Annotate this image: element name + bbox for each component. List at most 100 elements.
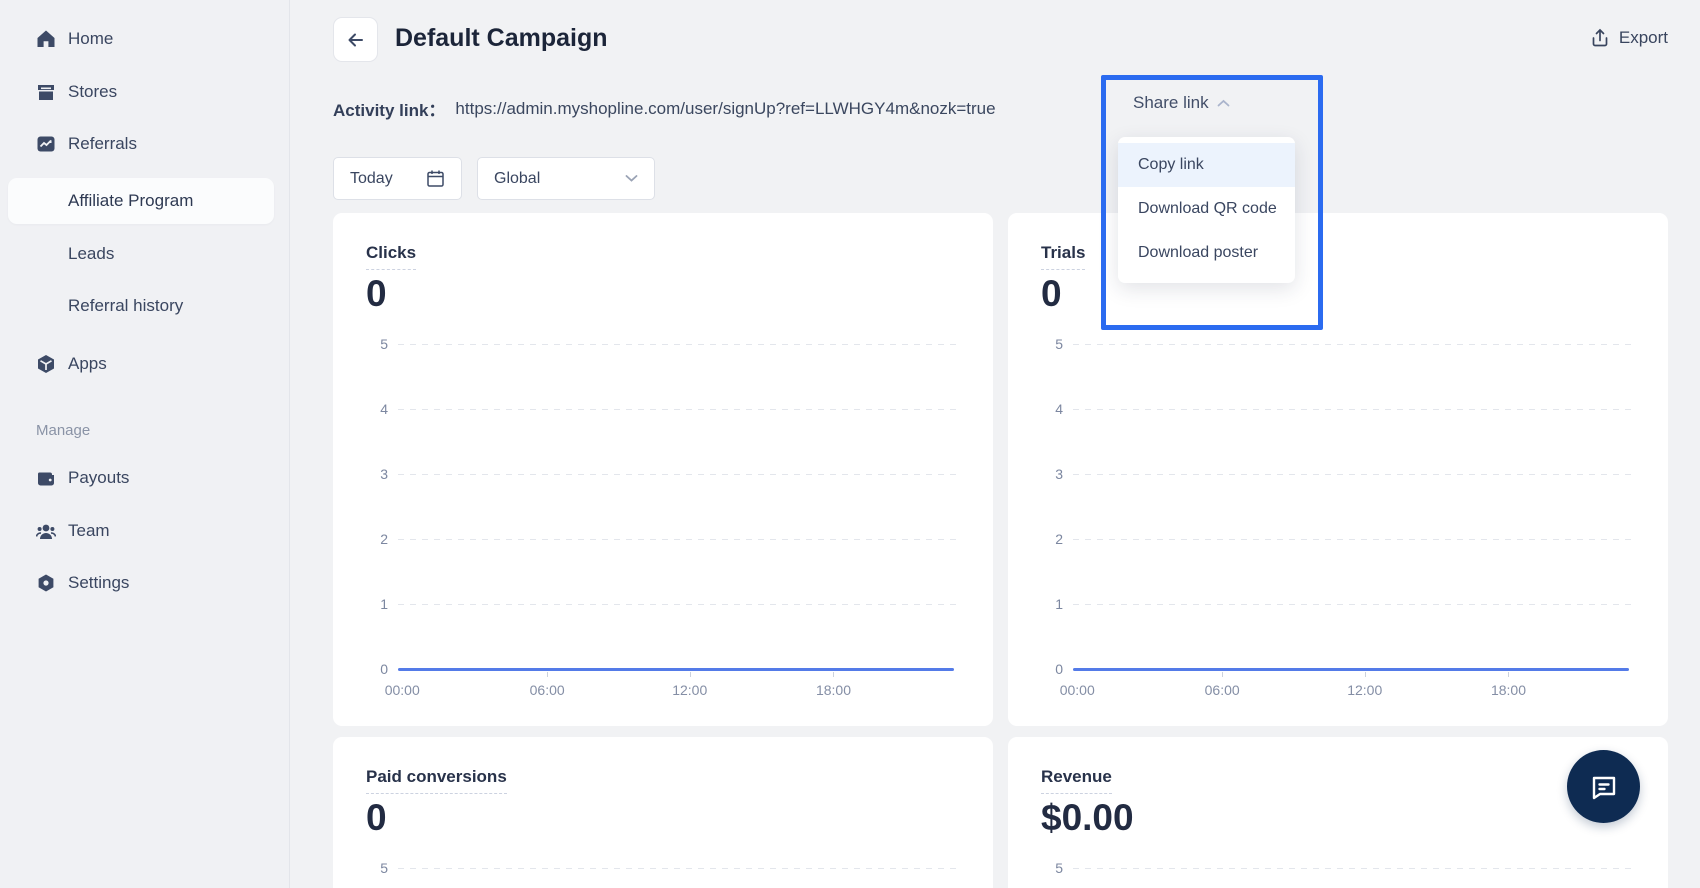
- gridline: [1073, 604, 1635, 605]
- sidebar-item-label: Payouts: [68, 468, 129, 488]
- x-tickmark: [1508, 672, 1509, 677]
- sidebar-item-label: Home: [68, 29, 113, 49]
- y-tick: 4: [1041, 401, 1063, 417]
- gridline: [1073, 539, 1635, 540]
- gridline: [1073, 409, 1635, 410]
- main-content: Default Campaign Export Activity link： h…: [290, 0, 1700, 888]
- gridline: [398, 344, 960, 345]
- x-tick: 00:00: [385, 682, 420, 698]
- y-tick: 5: [366, 336, 388, 352]
- sidebar-item-payouts[interactable]: Payouts: [0, 464, 290, 492]
- revenue-chart: 5 4: [1041, 868, 1635, 888]
- sidebar-item-home[interactable]: Home: [0, 25, 290, 53]
- paid-conversions-card: Paid conversions 0 5 4: [333, 737, 993, 888]
- export-icon: [1590, 28, 1610, 48]
- series-line: [398, 668, 954, 671]
- x-tickmark: [1365, 672, 1366, 677]
- x-tickmark: [547, 672, 548, 677]
- activity-link-row: Activity link： https://admin.myshopline.…: [333, 96, 996, 121]
- menu-item-copy-link[interactable]: Copy link: [1118, 143, 1295, 187]
- metric-title: Clicks: [366, 243, 416, 270]
- metric-value: 0: [366, 273, 387, 315]
- date-filter-value: Today: [350, 170, 393, 188]
- region-filter-select[interactable]: Global: [477, 157, 655, 200]
- clicks-card: Clicks 0 5 4 3 2 1 0 00:00 06:00 12:00 1…: [333, 213, 993, 726]
- y-tick: 3: [366, 466, 388, 482]
- paid-conversions-chart: 5 4: [366, 868, 960, 888]
- store-icon: [36, 82, 56, 102]
- gridline: [1073, 474, 1635, 475]
- settings-icon: [36, 573, 56, 593]
- menu-item-download-poster[interactable]: Download poster: [1118, 231, 1295, 275]
- series-line: [1073, 668, 1629, 671]
- metric-cards-grid: Clicks 0 5 4 3 2 1 0 00:00 06:00 12:00 1…: [333, 213, 1668, 888]
- export-button[interactable]: Export: [1590, 28, 1668, 48]
- y-tick: 5: [366, 860, 388, 876]
- sidebar-item-apps[interactable]: Apps: [0, 350, 290, 378]
- region-filter-value: Global: [494, 170, 540, 188]
- y-tick: 5: [1041, 336, 1063, 352]
- metric-title: Revenue: [1041, 767, 1112, 794]
- sidebar-item-label: Settings: [68, 573, 129, 593]
- activity-link-label: Activity link：: [333, 96, 445, 121]
- activity-link-url: https://admin.myshopline.com/user/signUp…: [455, 99, 995, 119]
- menu-item-download-qr-code[interactable]: Download QR code: [1118, 187, 1295, 231]
- share-link-button[interactable]: Share link: [1133, 93, 1230, 113]
- page-title: Default Campaign: [395, 24, 608, 53]
- x-tickmark: [833, 672, 834, 677]
- y-tick: 5: [1041, 860, 1063, 876]
- sidebar-section-manage: Manage: [36, 422, 90, 439]
- metric-value: $0.00: [1041, 797, 1134, 839]
- sidebar-item-settings[interactable]: Settings: [0, 569, 290, 597]
- export-label: Export: [1619, 28, 1668, 48]
- sidebar-item-referrals[interactable]: Referrals: [0, 130, 290, 158]
- sidebar-item-label: Leads: [68, 244, 114, 264]
- trials-card: Trials 0 5 4 3 2 1 0 00:00 06:00 12:00 1…: [1008, 213, 1668, 726]
- back-button[interactable]: [333, 17, 378, 62]
- x-tick: 12:00: [672, 682, 707, 698]
- sidebar-item-leads[interactable]: Leads: [0, 240, 290, 268]
- x-tick: 18:00: [816, 682, 851, 698]
- chevron-down-icon: [625, 174, 638, 183]
- sidebar-item-label: Team: [68, 521, 110, 541]
- calendar-icon: [426, 169, 445, 188]
- team-icon: [36, 521, 56, 541]
- clicks-chart: 5 4 3 2 1 0 00:00 06:00 12:00 18:00: [366, 344, 960, 714]
- chat-icon: [1587, 770, 1621, 804]
- y-tick: 0: [366, 661, 388, 677]
- sidebar-item-label: Apps: [68, 354, 107, 374]
- gridline: [398, 474, 960, 475]
- x-tick: 06:00: [1205, 682, 1240, 698]
- x-tick: 18:00: [1491, 682, 1526, 698]
- date-filter-button[interactable]: Today: [333, 157, 462, 200]
- metric-value: 0: [1041, 273, 1062, 315]
- chat-button[interactable]: [1567, 750, 1640, 823]
- gridline: [398, 409, 960, 410]
- gridline: [398, 604, 960, 605]
- chevron-up-icon: [1217, 99, 1230, 108]
- gridline: [398, 868, 960, 869]
- payouts-icon: [36, 468, 56, 488]
- metric-value: 0: [366, 797, 387, 839]
- y-tick: 2: [1041, 531, 1063, 547]
- revenue-card: Revenue $0.00 5 4: [1008, 737, 1668, 888]
- y-tick: 3: [1041, 466, 1063, 482]
- sidebar-item-team[interactable]: Team: [0, 517, 290, 545]
- sidebar-item-stores[interactable]: Stores: [0, 78, 290, 106]
- y-tick: 4: [366, 401, 388, 417]
- trials-chart: 5 4 3 2 1 0 00:00 06:00 12:00 18:00: [1041, 344, 1635, 714]
- x-tickmark: [690, 672, 691, 677]
- y-tick: 1: [366, 596, 388, 612]
- sidebar-item-referral-history[interactable]: Referral history: [0, 292, 290, 320]
- apps-icon: [36, 354, 56, 374]
- gridline: [1073, 344, 1635, 345]
- sidebar-item-label: Referrals: [68, 134, 137, 154]
- gridline: [1073, 868, 1635, 869]
- sidebar-item-label: Stores: [68, 82, 117, 102]
- x-tick: 12:00: [1347, 682, 1382, 698]
- x-tick: 00:00: [1060, 682, 1095, 698]
- arrow-left-icon: [345, 29, 367, 51]
- referrals-icon: [36, 134, 56, 154]
- y-tick: 1: [1041, 596, 1063, 612]
- sidebar-item-affiliate-program[interactable]: Affiliate Program: [8, 178, 274, 224]
